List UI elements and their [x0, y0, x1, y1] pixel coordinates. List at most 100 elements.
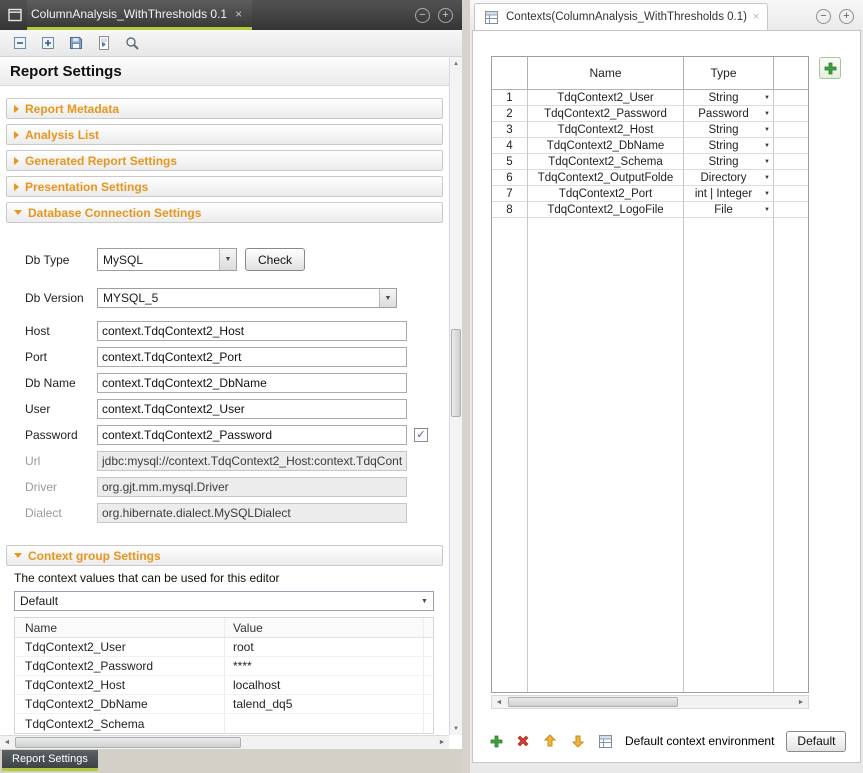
dropdown-arrow-icon[interactable]: ▼: [764, 127, 770, 133]
default-environment-button[interactable]: Default: [786, 731, 846, 752]
context-type-select[interactable]: int | Integer▼: [684, 186, 774, 202]
move-down-icon[interactable]: [570, 733, 586, 750]
contexts-view: Name Type 1 TdqContext2_User String▼ 2 T…: [472, 30, 861, 763]
dropdown-arrow-icon[interactable]: ▼: [379, 289, 396, 307]
save-icon[interactable]: [67, 35, 84, 52]
empty-cell: [684, 218, 774, 692]
context-environment-icon[interactable]: [598, 733, 613, 750]
scroll-right-icon[interactable]: ►: [435, 736, 449, 749]
minimize-button[interactable]: −: [816, 9, 831, 24]
table-row[interactable]: TdqContext2_DbName talend_dq5: [15, 695, 433, 714]
table-row[interactable]: TdqContext2_Password ****: [15, 657, 433, 676]
run-report-icon[interactable]: [95, 35, 112, 52]
horizontal-scrollbar[interactable]: ◄ ►: [0, 735, 449, 749]
db-type-row: Db Type MySQL ▼ Check: [25, 248, 449, 271]
context-type-select[interactable]: String▼: [684, 90, 774, 106]
vertical-scrollbar[interactable]: ▲ ▼: [449, 57, 462, 735]
port-input[interactable]: [97, 347, 407, 367]
dbname-input[interactable]: [97, 373, 407, 393]
scroll-left-icon[interactable]: ◄: [492, 696, 506, 708]
panel-sash[interactable]: [462, 0, 470, 773]
editor-tabbar: ColumnAnalysis_WithThresholds 0.1 × − +: [0, 0, 462, 30]
context-row[interactable]: 7 TdqContext2_Port int | Integer▼: [492, 186, 808, 202]
maximize-button[interactable]: +: [438, 8, 453, 23]
scroll-down-icon[interactable]: ▼: [450, 722, 462, 735]
row-number: 3: [492, 122, 528, 138]
context-type-select[interactable]: Password▼: [684, 106, 774, 122]
dropdown-arrow-icon[interactable]: ▼: [764, 175, 770, 181]
dropdown-arrow-icon[interactable]: ▼: [764, 143, 770, 149]
section-generated-report-settings[interactable]: Generated Report Settings: [6, 150, 443, 171]
tab-report-settings[interactable]: Report Settings: [2, 750, 98, 771]
row-number: 8: [492, 202, 528, 218]
delete-context-icon[interactable]: [516, 733, 530, 750]
dropdown-arrow-icon[interactable]: ▼: [764, 159, 770, 165]
dropdown-arrow-icon[interactable]: ▼: [764, 95, 770, 101]
dropdown-arrow-icon[interactable]: ▼: [764, 207, 770, 213]
context-row[interactable]: 1 TdqContext2_User String▼: [492, 90, 808, 106]
zoom-icon[interactable]: [123, 35, 140, 52]
scrollbar-thumb[interactable]: [451, 329, 461, 417]
context-row[interactable]: 6 TdqContext2_OutputFolde Directory▼: [492, 170, 808, 186]
scroll-right-icon[interactable]: ►: [794, 696, 808, 708]
scrollbar-thumb[interactable]: [15, 737, 241, 748]
dialect-label: Dialect: [25, 506, 97, 520]
expand-all-icon[interactable]: [39, 35, 56, 52]
password-input[interactable]: [97, 425, 407, 445]
contexts-footer: Default context environment Default: [489, 729, 859, 753]
context-type-select[interactable]: String▼: [684, 122, 774, 138]
maximize-button[interactable]: +: [839, 9, 854, 24]
tab-report-editor[interactable]: ColumnAnalysis_WithThresholds 0.1 ×: [27, 0, 252, 30]
context-type-select[interactable]: Directory▼: [684, 170, 774, 186]
user-input[interactable]: [97, 399, 407, 419]
contexts-table: Name Type 1 TdqContext2_User String▼ 2 T…: [491, 56, 809, 693]
close-icon[interactable]: ×: [235, 8, 242, 20]
collapse-all-icon[interactable]: [11, 35, 28, 52]
db-version-select[interactable]: MYSQL_5 ▼: [97, 288, 397, 308]
empty-cell: [423, 676, 433, 694]
context-name-cell: TdqContext2_DbName: [15, 695, 225, 713]
context-values-table: Name Value TdqContext2_User root TdqCont…: [14, 617, 434, 734]
context-group-select[interactable]: Default ▼: [14, 591, 434, 611]
section-database-connection-settings[interactable]: Database Connection Settings: [6, 202, 443, 223]
dropdown-arrow-icon[interactable]: ▼: [416, 592, 433, 610]
add-context-icon[interactable]: [489, 733, 504, 750]
table-row[interactable]: TdqContext2_Host localhost: [15, 676, 433, 695]
context-type-select[interactable]: String▼: [684, 138, 774, 154]
empty-cell: [774, 186, 808, 202]
row-number: 5: [492, 154, 528, 170]
minimize-button[interactable]: −: [415, 8, 430, 23]
scroll-up-icon[interactable]: ▲: [450, 57, 462, 70]
dropdown-arrow-icon[interactable]: ▼: [219, 249, 236, 270]
section-report-metadata[interactable]: Report Metadata: [6, 98, 443, 119]
table-row[interactable]: TdqContext2_Schema: [15, 714, 433, 733]
context-row[interactable]: 2 TdqContext2_Password Password▼: [492, 106, 808, 122]
host-input[interactable]: [97, 321, 407, 341]
context-type-select[interactable]: String▼: [684, 154, 774, 170]
dropdown-arrow-icon[interactable]: ▼: [764, 191, 770, 197]
context-row[interactable]: 3 TdqContext2_Host String▼: [492, 122, 808, 138]
scrollbar-thumb[interactable]: [508, 697, 678, 707]
password-checkbox[interactable]: ✓: [414, 428, 428, 442]
table-row[interactable]: TdqContext2_User root: [15, 638, 433, 657]
section-analysis-list[interactable]: Analysis List: [6, 124, 443, 145]
section-presentation-settings[interactable]: Presentation Settings: [6, 176, 443, 197]
context-row[interactable]: 4 TdqContext2_DbName String▼: [492, 138, 808, 154]
window-controls: − +: [415, 0, 462, 30]
context-row[interactable]: 5 TdqContext2_Schema String▼: [492, 154, 808, 170]
dialect-input: [97, 503, 407, 523]
context-name-cell: TdqContext2_Port: [528, 186, 684, 202]
section-context-group-settings[interactable]: Context group Settings: [6, 545, 443, 566]
check-button[interactable]: Check: [245, 248, 305, 271]
add-context-button[interactable]: [819, 57, 841, 79]
scroll-left-icon[interactable]: ◄: [0, 736, 14, 749]
dropdown-arrow-icon[interactable]: ▼: [764, 111, 770, 117]
tab-contexts[interactable]: Contexts(ColumnAnalysis_WithThresholds 0…: [474, 3, 768, 30]
port-label: Port: [25, 350, 97, 364]
context-type-select[interactable]: File▼: [684, 202, 774, 218]
context-row[interactable]: 8 TdqContext2_LogoFile File▼: [492, 202, 808, 218]
move-up-icon[interactable]: [542, 733, 558, 750]
close-icon[interactable]: ×: [753, 12, 759, 23]
horizontal-scrollbar[interactable]: ◄ ►: [491, 695, 809, 709]
db-type-select[interactable]: MySQL ▼: [97, 248, 237, 271]
